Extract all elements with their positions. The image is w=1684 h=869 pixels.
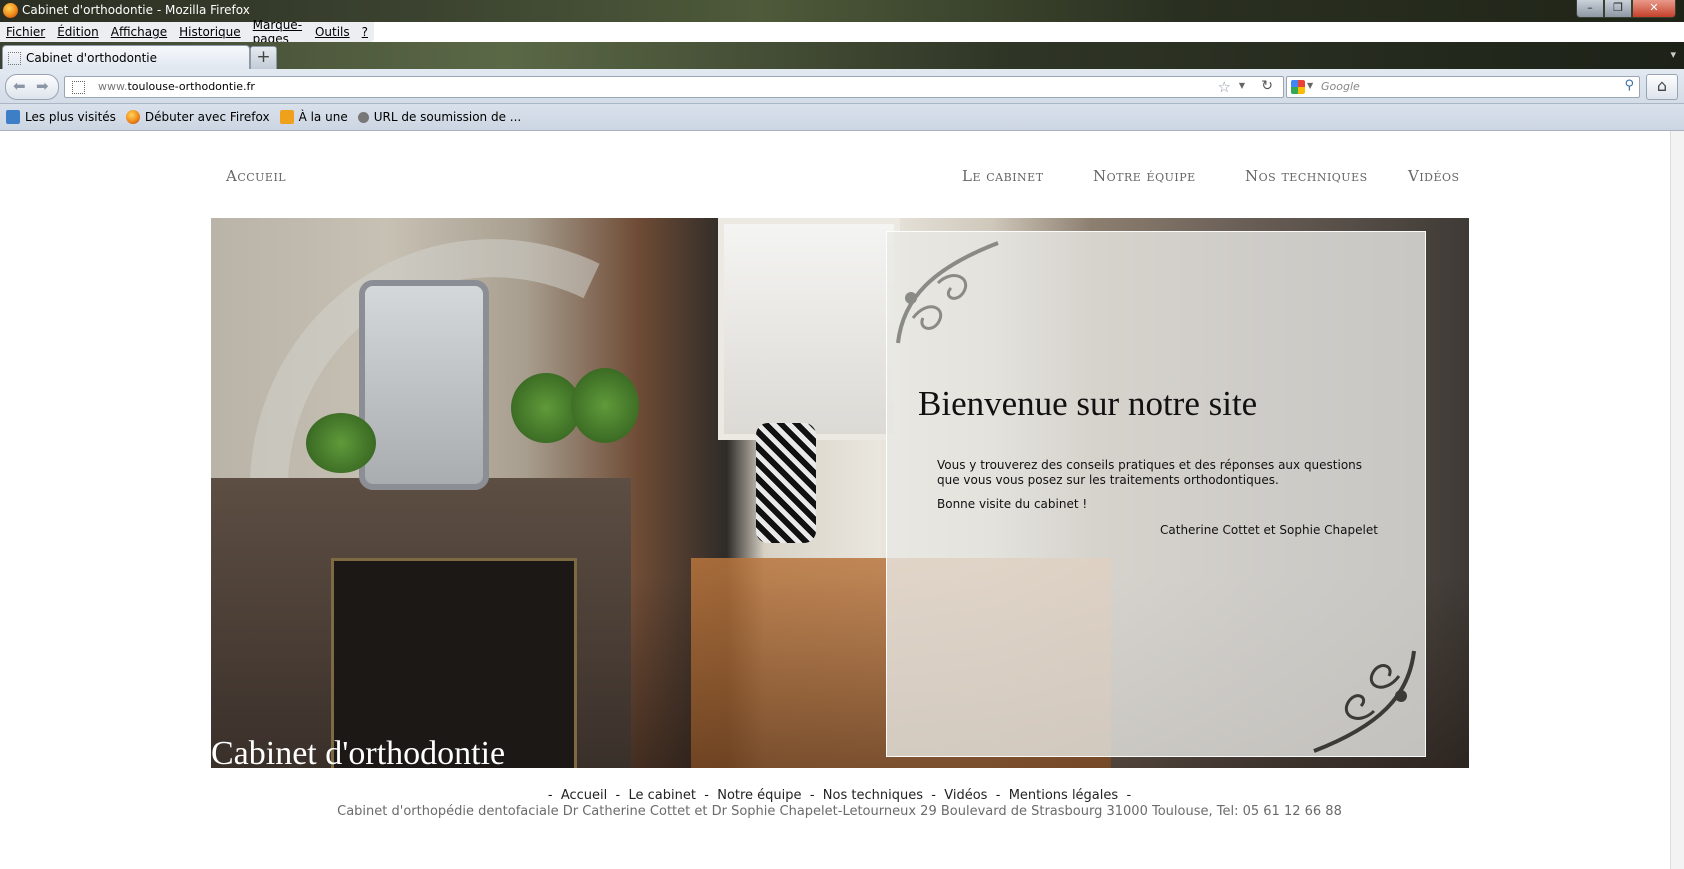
tab-list-chevron-icon[interactable]: ▾ (1670, 48, 1676, 61)
zebra-chair-photo (756, 423, 816, 543)
bookmark-debuter-firefox[interactable]: Débuter avec Firefox (125, 110, 270, 124)
bookmark-a-la-une[interactable]: À la une (279, 110, 348, 124)
vertical-scrollbar[interactable] (1670, 131, 1684, 869)
bookmark-star-icon[interactable]: ☆ (1218, 78, 1231, 96)
search-bar[interactable]: ▼ Google ⚲ (1286, 76, 1640, 98)
menu-affichage[interactable]: Affichage (111, 25, 167, 39)
menu-edition[interactable]: Édition (57, 25, 99, 39)
web-page: Accueil Le cabinet Notre équipe Nos tech… (0, 131, 1670, 869)
bookmark-label: Les plus visités (25, 110, 116, 124)
new-tab-button[interactable]: + (250, 46, 277, 70)
welcome-heading: Bienvenue sur notre site (918, 384, 1258, 423)
reload-icon[interactable]: ↻ (1261, 78, 1273, 94)
footer-link-nos-techniques[interactable]: Nos techniques (823, 788, 923, 803)
menu-aide[interactable]: ? (362, 25, 368, 39)
menu-historique[interactable]: Historique (179, 25, 241, 39)
nav-le-cabinet[interactable]: Le cabinet (962, 167, 1044, 185)
bookmarks-toolbar: Les plus visités Débuter avec Firefox À … (0, 104, 1684, 131)
firefox-icon (125, 110, 140, 124)
footer-separator: - (700, 788, 714, 803)
firefox-logo-icon (3, 3, 18, 18)
footer-link-mentions-legales[interactable]: Mentions légales (1009, 788, 1118, 803)
footer-address: Cabinet d'orthopédie dentofaciale Dr Cat… (337, 804, 1342, 819)
footer-separator: - (805, 788, 819, 803)
menu-fichier[interactable]: Fichier (6, 25, 45, 39)
home-icon[interactable]: ⌂ (1646, 74, 1678, 100)
welcome-closing: Bonne visite du cabinet ! (937, 497, 1088, 511)
flourish-ornament-icon (896, 241, 999, 344)
minimize-icon[interactable]: – (1576, 0, 1604, 18)
search-icon[interactable]: ⚲ (1624, 78, 1634, 93)
footer-separator: - (611, 788, 625, 803)
back-arrow-icon[interactable]: ⬅ (13, 77, 26, 95)
footer-separator: - (1122, 788, 1132, 803)
nav-notre-equipe[interactable]: Notre équipe (1093, 167, 1196, 185)
google-engine-icon[interactable] (1291, 80, 1305, 94)
forward-arrow-icon[interactable]: ➡ (36, 77, 49, 95)
welcome-signature: Catherine Cottet et Sophie Chapelet (1160, 523, 1378, 537)
footer-link-notre-equipe[interactable]: Notre équipe (717, 788, 801, 803)
hero-title: Cabinet d'orthodontie (211, 735, 506, 768)
tab-strip: Cabinet d'orthodontie + ▾ (0, 42, 1684, 70)
site-identity-icon[interactable] (72, 81, 85, 94)
close-icon[interactable]: ✕ (1632, 0, 1676, 18)
hero-banner: Cabinet d'orthodontie Bienvenue sur notr… (211, 218, 1469, 768)
footer-separator: - (927, 788, 941, 803)
welcome-panel: Bienvenue sur notre site Vous y trouvere… (886, 231, 1426, 757)
address-bar[interactable]: www.toulouse-orthodontie.fr ☆ ▼ ↻ (64, 76, 1284, 98)
tab-label: Cabinet d'orthodontie (26, 51, 158, 65)
rss-feed-icon (279, 110, 294, 124)
search-placeholder: Google (1321, 80, 1360, 93)
gear-icon (357, 111, 369, 123)
flourish-ornament-icon (1313, 650, 1416, 753)
address-url: www.toulouse-orthodontie.fr (98, 80, 255, 93)
footer-separator: - (991, 788, 1005, 803)
welcome-intro: Vous y trouverez des conseils pratiques … (937, 458, 1363, 487)
back-forward-group: ⬅ ➡ (5, 74, 59, 100)
nav-nos-techniques[interactable]: Nos techniques (1245, 167, 1368, 185)
footer-link-le-cabinet[interactable]: Le cabinet (629, 788, 696, 803)
footer-separator: - (547, 788, 557, 803)
footer-links: - Accueil - Le cabinet - Notre équipe - … (0, 788, 1679, 803)
most-visited-icon (6, 110, 20, 124)
nav-accueil[interactable]: Accueil (226, 167, 286, 185)
orchid-photo (306, 413, 376, 473)
plant-photo (571, 368, 639, 443)
footer-link-videos[interactable]: Vidéos (944, 788, 987, 803)
history-dropdown-icon[interactable]: ▼ (1239, 81, 1245, 90)
restore-icon[interactable]: ❐ (1604, 0, 1632, 18)
bookmark-url-soumission[interactable]: URL de soumission de ... (357, 110, 522, 124)
window-title: Cabinet d'orthodontie - Mozilla Firefox (22, 3, 250, 17)
bookmark-label: Débuter avec Firefox (144, 110, 270, 124)
bookmark-label: URL de soumission de ... (373, 110, 522, 124)
menu-bar: Fichier Édition Affichage Historique Mar… (0, 18, 374, 46)
footer-link-accueil[interactable]: Accueil (561, 788, 607, 803)
bookmark-label: À la une (298, 110, 348, 124)
page-favicon-icon (8, 52, 21, 65)
bookmark-plus-visites[interactable]: Les plus visités (6, 110, 116, 124)
tab-cabinet-orthodontie[interactable]: Cabinet d'orthodontie (2, 45, 250, 70)
hero-window-photo (718, 218, 900, 440)
hero-mirror-photo (359, 280, 489, 490)
menu-outils[interactable]: Outils (315, 25, 350, 39)
window-controls: – ❐ ✕ (1576, 0, 1676, 18)
hero-fireplace-photo (211, 478, 631, 768)
search-engine-dropdown-icon[interactable]: ▼ (1307, 81, 1313, 90)
nav-videos[interactable]: Vidéos (1408, 167, 1460, 185)
navigation-toolbar: ⬅ ➡ www.toulouse-orthodontie.fr ☆ ▼ ↻ ▼ … (0, 69, 1684, 104)
